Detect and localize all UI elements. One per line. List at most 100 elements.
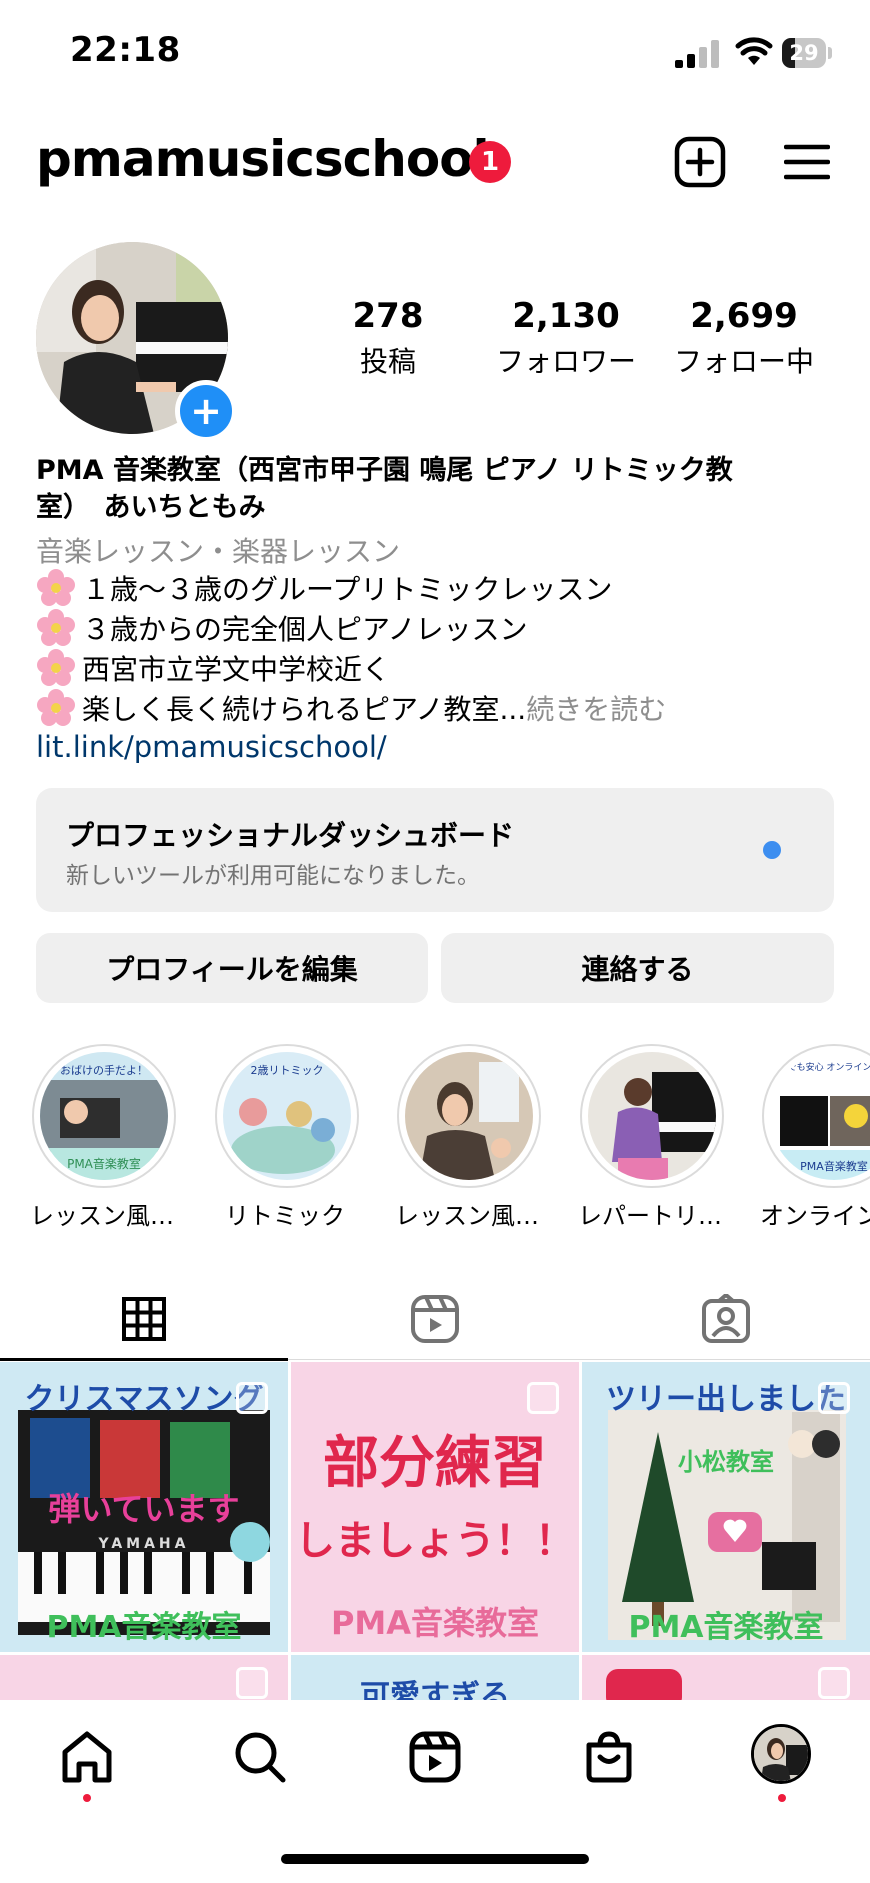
profile-username[interactable]: pmamusicschool	[36, 130, 490, 188]
post-caption: PMA音楽教室	[628, 1610, 824, 1645]
post-thumbnail[interactable]	[0, 1655, 288, 1700]
highlight-label: レパートリ…	[578, 1202, 722, 1230]
highlight-repertoire[interactable]	[580, 1044, 724, 1188]
nav-shop[interactable]	[574, 1722, 644, 1792]
tagged-person-icon	[702, 1294, 750, 1343]
hamburger-menu-icon	[784, 144, 830, 180]
home-icon	[62, 1731, 112, 1783]
dashboard-title: プロフェッショナルダッシュボード	[66, 819, 515, 852]
highlight-cover-image: おばけの手だよ！ PMA音楽教室	[40, 1052, 168, 1180]
nav-profile-avatar[interactable]	[751, 1724, 811, 1784]
profile-display-name-line1: PMA 音楽教室（西宮市甲子園 鳴尾 ピアノ リトミック教	[36, 455, 733, 486]
create-post-button[interactable]	[673, 135, 727, 189]
status-time: 22:18	[70, 30, 181, 70]
highlight-cover-image	[405, 1052, 533, 1180]
edit-profile-button[interactable]: プロフィールを編集	[36, 933, 428, 1003]
post-subtitle: 小松教室	[678, 1448, 774, 1476]
post-caption: PMA音楽教室	[46, 1610, 242, 1645]
highlight-label: リトミック	[225, 1202, 345, 1230]
shopping-bag-icon	[586, 1731, 632, 1783]
stat-posts-label: 投稿	[359, 345, 416, 378]
cherry-blossom-icon	[37, 689, 75, 726]
profile-activity-dot	[778, 1794, 786, 1802]
post-title: 可愛すぎる	[360, 1679, 510, 1700]
highlight-cover: 2歳リトミック	[223, 1052, 351, 1180]
professional-dashboard-card[interactable]: プロフェッショナルダッシュボード 新しいツールが利用可能になりました。	[36, 788, 834, 912]
highlight-cover-badge: PMA音楽教室	[800, 1159, 868, 1173]
notification-badge[interactable]: 1	[469, 141, 511, 183]
bio-line-text: １歳〜３歳のグループリトミックレッスン	[82, 573, 613, 606]
bio-line: １歳〜３歳のグループリトミックレッスン	[36, 568, 612, 608]
select-checkbox[interactable]	[236, 1667, 268, 1699]
cherry-blossom-icon	[37, 569, 75, 606]
highlight-label: オンライン	[760, 1202, 870, 1230]
select-checkbox[interactable]	[818, 1382, 850, 1414]
stat-followers[interactable]: 2,130 フォロワー	[488, 296, 644, 380]
nav-reels[interactable]	[400, 1722, 470, 1792]
tab-reels[interactable]	[288, 1280, 582, 1358]
highlight-cover-image: カゼや大雨でも安心 オンラインレッスン対応 PMA音楽教室	[770, 1052, 870, 1180]
select-checkbox[interactable]	[236, 1382, 268, 1414]
stat-posts[interactable]: 278 投稿	[328, 296, 448, 380]
home-indicator	[281, 1854, 589, 1864]
nav-home[interactable]	[52, 1722, 122, 1792]
tab-active-indicator	[0, 1358, 288, 1361]
highlight-label: レッスン風…	[30, 1202, 174, 1230]
highlight-cover-image: 2歳リトミック	[223, 1052, 351, 1180]
bio-line: 西宮市立学文中学校近く	[36, 648, 390, 688]
post-subtitle: 弾いています	[48, 1490, 240, 1528]
highlight-cover-badge: PMA音楽教室	[67, 1156, 141, 1171]
bio-link[interactable]: lit.link/pmamusicschool/	[36, 730, 387, 764]
cherry-blossom-icon	[37, 649, 75, 686]
post-brand: YAMAHA	[98, 1536, 190, 1552]
profile-display-name-line2: 室） あいちともみ	[36, 492, 266, 523]
battery-cap	[828, 47, 832, 59]
dashboard-subtitle: 新しいツールが利用可能になりました。	[66, 863, 480, 889]
profile-display-name: PMA 音楽教室（西宮市甲子園 鳴尾 ピアノ リトミック教 室） あいちともみ	[36, 452, 826, 526]
bio-line: ３歳からの完全個人ピアノレッスン	[36, 608, 527, 648]
contact-button[interactable]: 連絡する	[441, 933, 834, 1003]
select-checkbox[interactable]	[818, 1667, 850, 1699]
highlight-cover: おばけの手だよ！ PMA音楽教室	[40, 1052, 168, 1180]
profile-category: 音楽レッスン・楽器レッスン	[36, 535, 401, 568]
post-thumbnail[interactable]	[582, 1655, 870, 1700]
stat-followers-label: フォロワー	[495, 345, 636, 378]
highlight-lesson[interactable]: おばけの手だよ！ PMA音楽教室	[32, 1044, 176, 1188]
grid-icon	[122, 1297, 166, 1341]
stat-following[interactable]: 2,699 フォロー中	[664, 296, 824, 380]
post-thumbnail[interactable]: 可愛すぎる	[291, 1655, 579, 1700]
highlight-label: レッスン風…	[395, 1202, 539, 1230]
highlight-cover-caption: おばけの手だよ！	[60, 1063, 148, 1077]
nav-search[interactable]	[225, 1722, 295, 1792]
add-story-button[interactable]: +	[175, 380, 237, 442]
post-thumbnail[interactable]: 部分練習 しましょう！！ PMA音楽教室	[291, 1362, 579, 1652]
highlight-rhythmic[interactable]: 2歳リトミック	[215, 1044, 359, 1188]
reels-icon	[411, 1295, 459, 1343]
read-more-link[interactable]: 続きを読む	[526, 688, 666, 728]
highlight-cover-caption: 2歳リトミック	[251, 1064, 324, 1077]
stat-posts-count: 278	[352, 296, 424, 336]
highlight-lesson-2[interactable]	[397, 1044, 541, 1188]
post-title: 部分練習	[323, 1431, 547, 1496]
battery-percent: 29	[789, 41, 819, 65]
bio-line-text: ３歳からの完全個人ピアノレッスン	[82, 613, 528, 646]
bio-line: 楽しく長く続けられるピアノ教室... 続きを読む	[36, 688, 666, 728]
wifi-icon	[735, 37, 773, 65]
tab-tagged[interactable]	[582, 1280, 870, 1358]
select-checkbox[interactable]	[527, 1382, 559, 1414]
highlight-cover	[405, 1052, 533, 1180]
post-thumbnail[interactable]: クリスマスソング 弾いています YAMAHA PMA音楽教室	[0, 1362, 288, 1652]
bio-line-text: 西宮市立学文中学校近く	[82, 653, 391, 686]
menu-button[interactable]	[782, 138, 832, 186]
post-image	[606, 1669, 682, 1700]
tab-grid[interactable]	[0, 1280, 288, 1358]
post-caption: PMA音楽教室	[330, 1604, 540, 1642]
bio-line-text: 楽しく長く続けられるピアノ教室...	[82, 693, 527, 726]
highlight-online[interactable]: カゼや大雨でも安心 オンラインレッスン対応 PMA音楽教室	[762, 1044, 870, 1188]
search-icon	[235, 1732, 286, 1783]
cellular-signal-icon	[675, 40, 719, 68]
post-thumbnail[interactable]: ツリー出しました 小松教室 PMA音楽教室	[582, 1362, 870, 1652]
post-subtitle: しましょう！！	[295, 1518, 575, 1564]
avatar-photo	[754, 1727, 808, 1781]
highlight-cover-image	[588, 1052, 716, 1180]
